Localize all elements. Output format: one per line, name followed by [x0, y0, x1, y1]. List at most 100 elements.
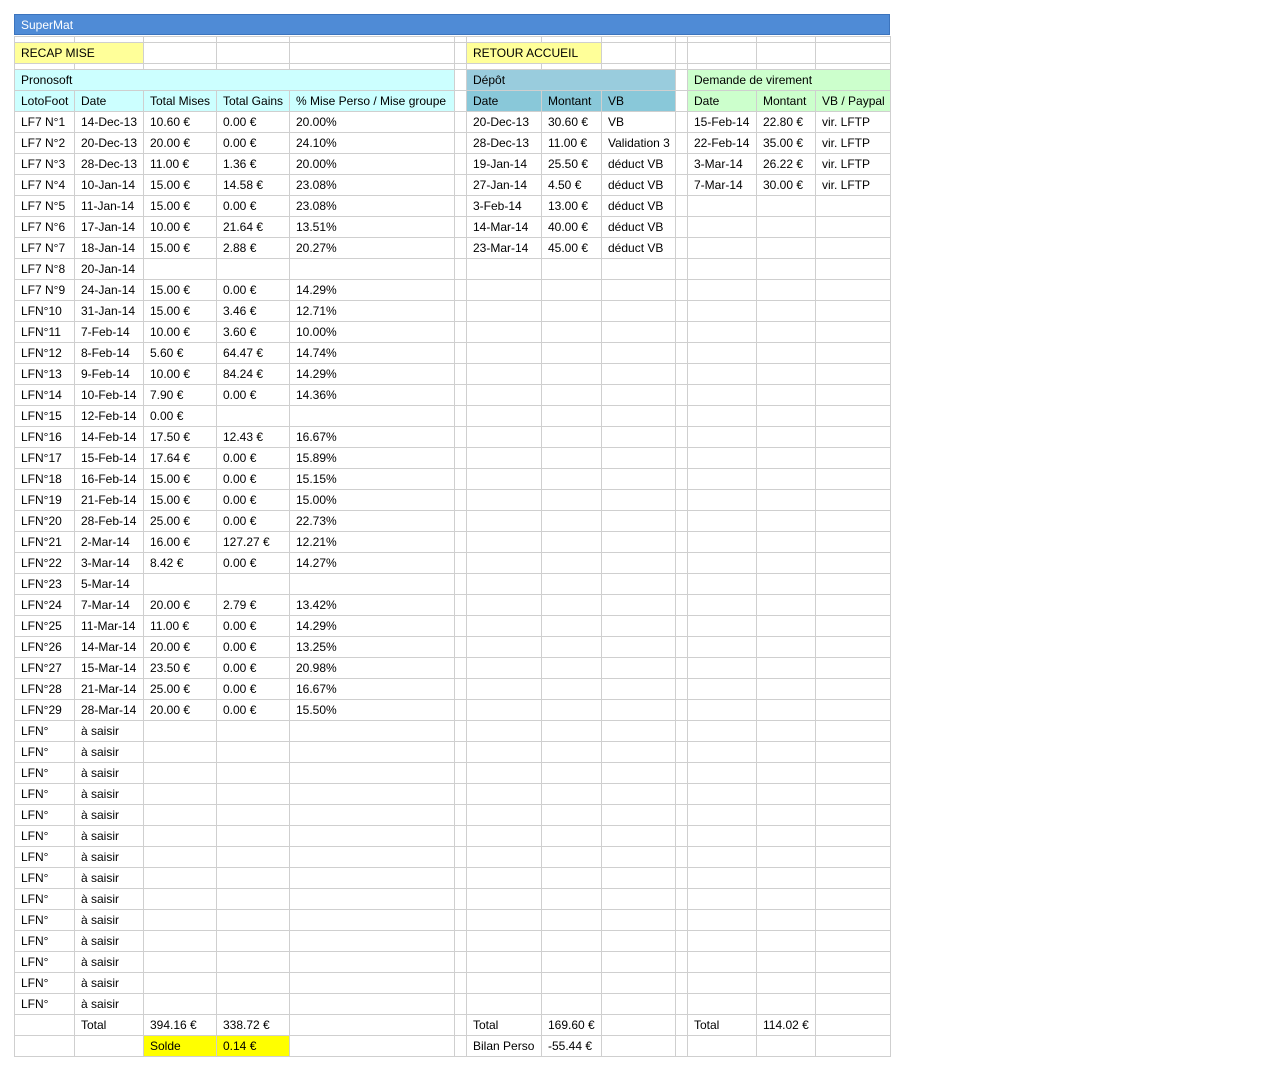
- depot-vb-cell[interactable]: [601, 573, 676, 595]
- lotofoot-cell[interactable]: LFN°: [14, 867, 75, 889]
- depot-montant-cell[interactable]: [541, 552, 602, 574]
- virement-date-cell[interactable]: [687, 468, 757, 490]
- virement-montant-cell[interactable]: 26.22 €: [756, 153, 816, 175]
- total-gains-cell[interactable]: [216, 405, 290, 427]
- virement-date-cell[interactable]: [687, 489, 757, 511]
- virement-date-cell[interactable]: [687, 615, 757, 637]
- virement-date-cell[interactable]: [687, 888, 757, 910]
- percent-cell[interactable]: [289, 804, 455, 826]
- depot-vb-cell[interactable]: [601, 636, 676, 658]
- depot-vb-cell[interactable]: [601, 846, 676, 868]
- virement-vb-paypal-cell[interactable]: [815, 846, 891, 868]
- percent-cell[interactable]: [289, 930, 455, 952]
- total-gains-cell[interactable]: 0.00 €: [216, 510, 290, 532]
- total-gains-cell[interactable]: 0.00 €: [216, 636, 290, 658]
- virement-montant-cell[interactable]: [756, 237, 816, 259]
- total-mises-cell[interactable]: 20.00 €: [143, 132, 217, 154]
- depot-vb-cell[interactable]: [601, 426, 676, 448]
- depot-date-cell[interactable]: [466, 321, 542, 343]
- total-gains-cell[interactable]: 3.60 €: [216, 321, 290, 343]
- virement-vb-paypal-cell[interactable]: [815, 888, 891, 910]
- depot-vb-cell[interactable]: [601, 888, 676, 910]
- depot-date-cell[interactable]: [466, 678, 542, 700]
- date-cell[interactable]: 14-Feb-14: [74, 426, 144, 448]
- total-mises-cell[interactable]: [143, 930, 217, 952]
- virement-montant-cell[interactable]: [756, 531, 816, 553]
- depot-montant-cell[interactable]: [541, 741, 602, 763]
- depot-date-cell[interactable]: [466, 846, 542, 868]
- depot-montant-cell[interactable]: [541, 300, 602, 322]
- depot-montant-cell[interactable]: [541, 615, 602, 637]
- virement-montant-cell[interactable]: [756, 342, 816, 364]
- virement-date-cell[interactable]: [687, 447, 757, 469]
- depot-vb-cell[interactable]: déduct VB: [601, 153, 676, 175]
- virement-vb-paypal-cell[interactable]: vir. LFTP: [815, 174, 891, 196]
- depot-date-cell[interactable]: [466, 258, 542, 280]
- depot-date-cell[interactable]: [466, 783, 542, 805]
- lotofoot-cell[interactable]: LFN°27: [14, 657, 75, 679]
- lotofoot-cell[interactable]: LFN°11: [14, 321, 75, 343]
- depot-date-cell[interactable]: [466, 468, 542, 490]
- depot-date-cell[interactable]: [466, 930, 542, 952]
- date-cell[interactable]: à saisir: [74, 867, 144, 889]
- depot-date-cell[interactable]: [466, 447, 542, 469]
- virement-date-cell[interactable]: [687, 573, 757, 595]
- retour-accueil-button[interactable]: RETOUR ACCUEIL: [466, 42, 602, 64]
- depot-date-cell[interactable]: [466, 699, 542, 721]
- date-cell[interactable]: 10-Feb-14: [74, 384, 144, 406]
- depot-montant-cell[interactable]: [541, 636, 602, 658]
- percent-cell[interactable]: 14.27%: [289, 552, 455, 574]
- virement-date-cell[interactable]: [687, 300, 757, 322]
- total-gains-cell[interactable]: 3.46 €: [216, 300, 290, 322]
- date-cell[interactable]: 24-Jan-14: [74, 279, 144, 301]
- depot-vb-cell[interactable]: [601, 720, 676, 742]
- total-mises-cell[interactable]: 11.00 €: [143, 615, 217, 637]
- virement-vb-paypal-cell[interactable]: [815, 678, 891, 700]
- total-mises-cell[interactable]: [143, 741, 217, 763]
- date-cell[interactable]: 20-Dec-13: [74, 132, 144, 154]
- date-cell[interactable]: 18-Jan-14: [74, 237, 144, 259]
- lotofoot-cell[interactable]: LFN°14: [14, 384, 75, 406]
- date-cell[interactable]: 10-Jan-14: [74, 174, 144, 196]
- total-gains-cell[interactable]: [216, 846, 290, 868]
- depot-montant-cell[interactable]: [541, 573, 602, 595]
- lotofoot-cell[interactable]: LFN°21: [14, 531, 75, 553]
- virement-vb-paypal-cell[interactable]: [815, 237, 891, 259]
- virement-montant-cell[interactable]: [756, 489, 816, 511]
- lotofoot-cell[interactable]: LFN°25: [14, 615, 75, 637]
- date-cell[interactable]: 8-Feb-14: [74, 342, 144, 364]
- depot-date-cell[interactable]: [466, 489, 542, 511]
- depot-montant-cell[interactable]: [541, 930, 602, 952]
- virement-montant-cell[interactable]: [756, 300, 816, 322]
- date-cell[interactable]: 14-Dec-13: [74, 111, 144, 133]
- virement-montant-cell[interactable]: [756, 216, 816, 238]
- virement-vb-paypal-cell[interactable]: [815, 951, 891, 973]
- virement-montant-cell[interactable]: [756, 615, 816, 637]
- virement-vb-paypal-cell[interactable]: [815, 489, 891, 511]
- depot-vb-cell[interactable]: [601, 552, 676, 574]
- virement-montant-cell[interactable]: [756, 405, 816, 427]
- virement-montant-cell[interactable]: [756, 258, 816, 280]
- virement-montant-cell[interactable]: [756, 363, 816, 385]
- virement-vb-paypal-cell[interactable]: [815, 510, 891, 532]
- date-cell[interactable]: 31-Jan-14: [74, 300, 144, 322]
- total-gains-cell[interactable]: 64.47 €: [216, 342, 290, 364]
- date-cell[interactable]: 12-Feb-14: [74, 405, 144, 427]
- total-mises-cell[interactable]: 20.00 €: [143, 699, 217, 721]
- virement-date-cell[interactable]: [687, 321, 757, 343]
- depot-montant-cell[interactable]: [541, 699, 602, 721]
- total-mises-cell[interactable]: [143, 951, 217, 973]
- virement-montant-cell[interactable]: [756, 426, 816, 448]
- percent-cell[interactable]: 14.74%: [289, 342, 455, 364]
- depot-vb-cell[interactable]: [601, 825, 676, 847]
- virement-montant-cell[interactable]: [756, 447, 816, 469]
- percent-cell[interactable]: 15.50%: [289, 699, 455, 721]
- lotofoot-cell[interactable]: LFN°15: [14, 405, 75, 427]
- virement-vb-paypal-cell[interactable]: [815, 930, 891, 952]
- virement-vb-paypal-cell[interactable]: [815, 531, 891, 553]
- total-mises-cell[interactable]: 17.64 €: [143, 447, 217, 469]
- lotofoot-cell[interactable]: LFN°29: [14, 699, 75, 721]
- virement-date-cell[interactable]: [687, 510, 757, 532]
- virement-vb-paypal-cell[interactable]: [815, 405, 891, 427]
- total-gains-cell[interactable]: [216, 909, 290, 931]
